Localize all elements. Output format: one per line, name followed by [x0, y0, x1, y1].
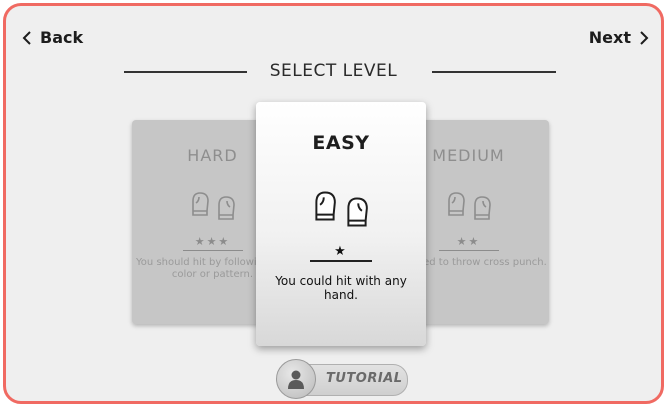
boxing-glove-icon — [315, 191, 336, 221]
app-frame: Back Next SELECT LEVEL HARD ★★★ You shou… — [3, 3, 664, 404]
difficulty-stars: ★ — [334, 244, 348, 259]
divider — [438, 250, 499, 251]
divider — [182, 250, 243, 251]
person-icon — [288, 370, 304, 389]
back-button[interactable]: Back — [22, 28, 83, 47]
boxing-glove-icon — [347, 197, 368, 227]
tutorial-avatar — [276, 359, 316, 399]
boxing-glove-icon — [473, 196, 491, 220]
boxing-glove-icon — [447, 192, 465, 216]
tutorial-button[interactable]: TUTORIAL — [276, 359, 408, 399]
title-rule-right — [432, 71, 556, 73]
chevron-right-icon — [640, 30, 649, 45]
level-card-easy[interactable]: EASY ★ You could hit with any hand. — [256, 102, 426, 346]
page-title: SELECT LEVEL — [269, 61, 398, 81]
tutorial-label: TUTORIAL — [326, 371, 403, 386]
gloves — [256, 190, 426, 228]
next-button[interactable]: Next — [589, 28, 649, 47]
boxing-glove-icon — [217, 196, 235, 220]
level-description: You could hit with any hand. — [275, 274, 407, 303]
back-label: Back — [40, 28, 84, 47]
level-name: EASY — [312, 132, 370, 154]
divider — [310, 260, 372, 262]
boxing-glove-icon — [191, 192, 209, 216]
chevron-left-icon — [22, 30, 31, 45]
next-label: Next — [588, 28, 631, 47]
